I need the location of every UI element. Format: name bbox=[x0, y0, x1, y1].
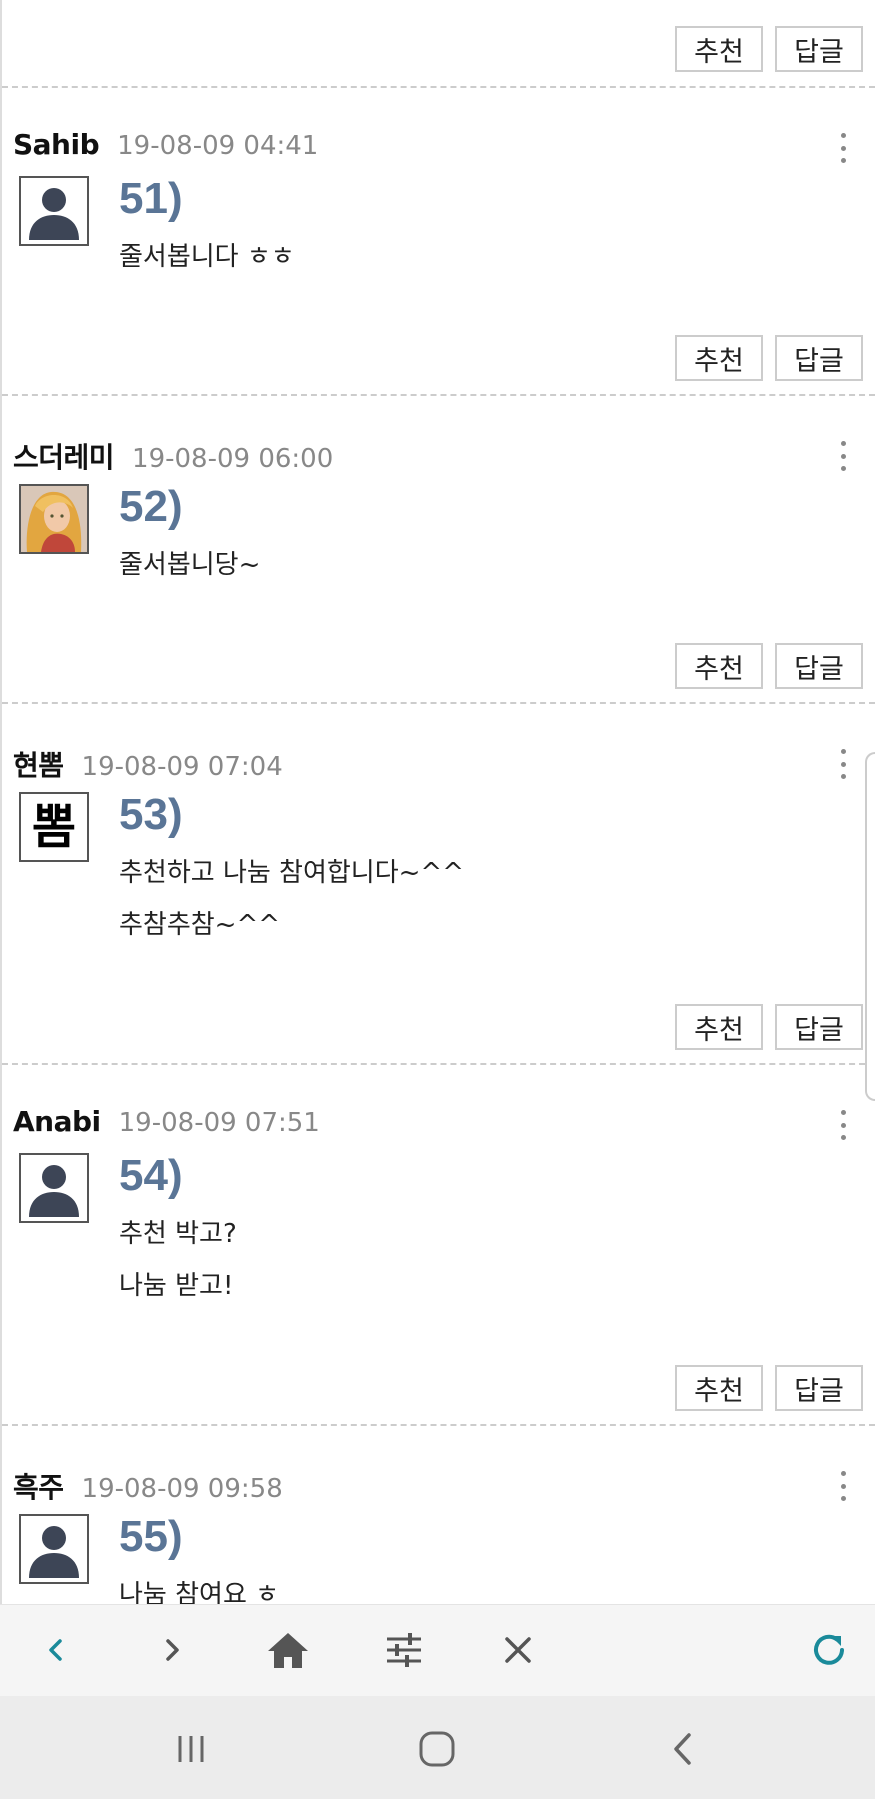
reply-button[interactable]: 답글 bbox=[775, 335, 863, 381]
default-user-icon[interactable] bbox=[19, 1153, 89, 1223]
comment-text: 줄서봅니다 ㅎㅎ bbox=[119, 242, 295, 272]
text-avatar[interactable]: 뽐 bbox=[19, 792, 89, 862]
comment-text: 나눔 받고! bbox=[119, 1271, 234, 1301]
scroll-handle[interactable] bbox=[865, 752, 875, 1101]
comment-author[interactable]: 스더레미 bbox=[13, 436, 115, 476]
default-user-icon[interactable] bbox=[19, 1514, 89, 1584]
comment-time: 19-08-09 07:51 bbox=[118, 1108, 320, 1138]
comment-author[interactable]: 흑주 bbox=[13, 1466, 64, 1506]
comment-number: 53) bbox=[119, 790, 183, 839]
back-icon[interactable] bbox=[33, 1627, 79, 1673]
recommend-button[interactable]: 추천 bbox=[675, 1004, 763, 1050]
home-icon[interactable] bbox=[265, 1627, 311, 1673]
avatar-text: 뽐 bbox=[31, 799, 77, 855]
comment-meta: 흑주 19-08-09 09:58 bbox=[13, 1466, 283, 1506]
recent-apps-icon[interactable] bbox=[168, 1726, 214, 1772]
more-options-icon[interactable] bbox=[841, 441, 847, 471]
comment-number: 54) bbox=[119, 1151, 183, 1200]
system-navigation-bar bbox=[0, 1696, 875, 1799]
recommend-button[interactable]: 추천 bbox=[675, 335, 763, 381]
comment-text: 줄서봅니당~ bbox=[119, 550, 261, 580]
comment-text: 추천 박고? bbox=[119, 1219, 237, 1249]
close-icon[interactable] bbox=[495, 1627, 541, 1673]
comment-item: Anabi 19-08-09 07:51 54) 추천 박고? 나눔 받고! 추… bbox=[2, 1065, 875, 1426]
more-options-icon[interactable] bbox=[841, 749, 847, 779]
anime-character-avatar[interactable] bbox=[19, 484, 89, 554]
comment-text: 추천하고 나눔 참여합니다~^^ bbox=[119, 858, 465, 888]
comment-time: 19-08-09 09:58 bbox=[81, 1474, 283, 1504]
comment-item: 흑주 19-08-09 09:58 55) 나눔 참여요 ㅎ bbox=[2, 1426, 875, 1604]
reply-button[interactable]: 답글 bbox=[775, 1365, 863, 1411]
recommend-button[interactable]: 추천 bbox=[675, 643, 763, 689]
comment-time: 19-08-09 06:00 bbox=[132, 444, 334, 474]
comment-number: 55) bbox=[119, 1512, 183, 1561]
comment-item: 현뽐 19-08-09 07:04 뽐 53) 추천하고 나눔 참여합니다~^^… bbox=[2, 704, 875, 1065]
more-options-icon[interactable] bbox=[841, 1110, 847, 1140]
more-options-icon[interactable] bbox=[841, 1471, 847, 1501]
refresh-icon[interactable] bbox=[806, 1627, 852, 1673]
comment-item: 스더레미 19-08-09 06:00 52) 줄서봅니당~ 추천 답글 bbox=[2, 396, 875, 704]
comment-author[interactable]: Anabi bbox=[13, 1105, 101, 1138]
comment-text: 나눔 참여요 ㅎ bbox=[119, 1580, 280, 1604]
forward-icon[interactable] bbox=[149, 1627, 195, 1673]
comment-number: 51) bbox=[119, 174, 183, 223]
comment-meta: Sahib 19-08-09 04:41 bbox=[13, 128, 318, 161]
reply-button[interactable]: 답글 bbox=[775, 643, 863, 689]
reply-button[interactable]: 답글 bbox=[775, 1004, 863, 1050]
comment-meta: 현뽐 19-08-09 07:04 bbox=[13, 744, 283, 784]
comment-meta: 스더레미 19-08-09 06:00 bbox=[13, 436, 333, 476]
default-user-icon[interactable] bbox=[19, 176, 89, 246]
recommend-button[interactable]: 추천 bbox=[675, 26, 763, 72]
more-options-icon[interactable] bbox=[841, 133, 847, 163]
reply-button[interactable]: 답글 bbox=[775, 26, 863, 72]
home-circle-icon[interactable] bbox=[414, 1726, 460, 1772]
settings-sliders-icon[interactable] bbox=[381, 1627, 427, 1673]
comment-author[interactable]: 현뽐 bbox=[13, 744, 64, 784]
comment-author[interactable]: Sahib bbox=[13, 128, 100, 161]
comment-item: Sahib 19-08-09 04:41 51) 줄서봅니다 ㅎㅎ 추천 답글 bbox=[2, 88, 875, 396]
comment-list: 추천 답글 Sahib 19-08-09 04:41 51) 줄서봅니다 ㅎㅎ … bbox=[0, 0, 875, 1604]
comment-time: 19-08-09 07:04 bbox=[81, 752, 283, 782]
comment-text: 추참추참~^^ bbox=[119, 910, 281, 940]
browser-toolbar bbox=[0, 1604, 875, 1697]
comment-time: 19-08-09 04:41 bbox=[117, 131, 319, 161]
comment-meta: Anabi 19-08-09 07:51 bbox=[13, 1105, 320, 1138]
comment-number: 52) bbox=[119, 482, 183, 531]
comment-actions-50: 추천 답글 bbox=[2, 0, 875, 88]
back-chevron-icon[interactable] bbox=[660, 1726, 706, 1772]
recommend-button[interactable]: 추천 bbox=[675, 1365, 763, 1411]
